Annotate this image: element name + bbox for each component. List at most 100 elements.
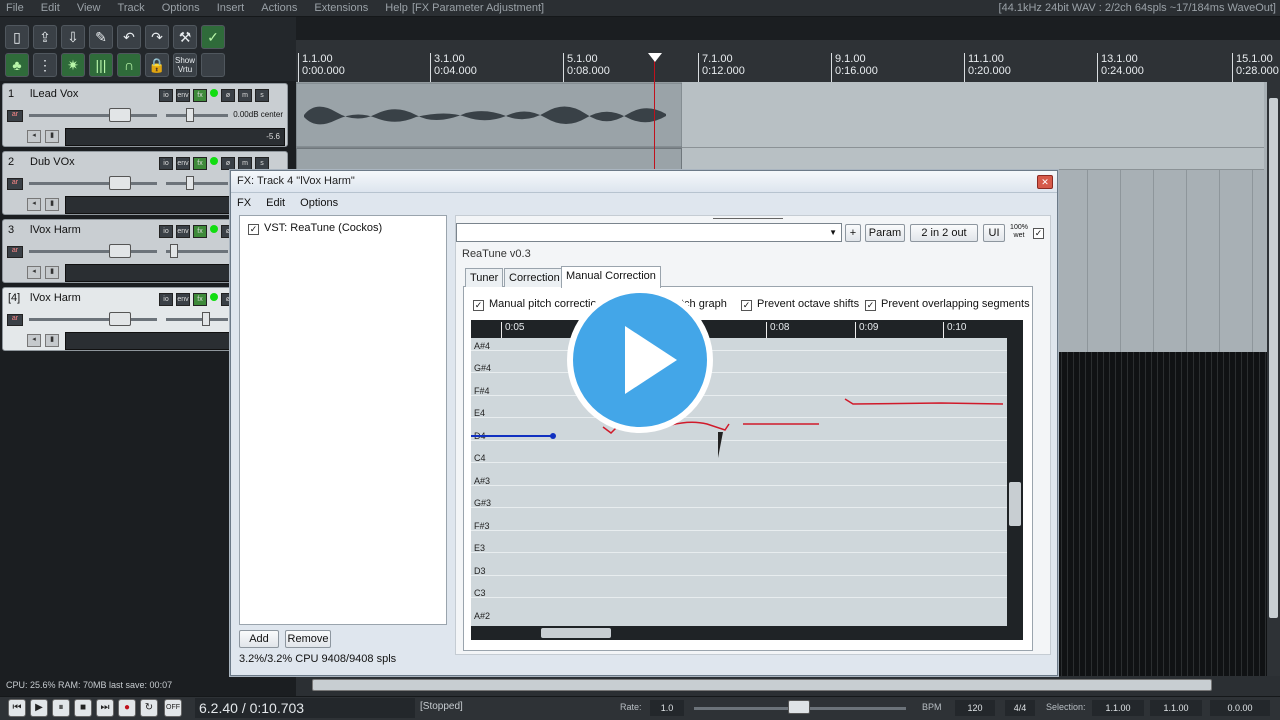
fx-chain-list[interactable]: ✓ VST: ReaTune (Cockos) — [239, 215, 447, 625]
fx-menu-fx[interactable]: FX — [237, 197, 251, 209]
ui-button[interactable]: UI — [983, 224, 1005, 242]
track-1[interactable]: 1 lLead Vox io env fx ø m s ar 0.00dB center … — [2, 83, 288, 147]
track-name[interactable]: lLead Vox — [30, 88, 78, 100]
input-monitor-icon[interactable]: ◂ — [27, 198, 41, 211]
video-play-button[interactable] — [567, 287, 713, 433]
volume-fader-knob[interactable] — [109, 312, 131, 326]
pan-fader-knob[interactable] — [202, 312, 210, 326]
bypass-checkbox[interactable]: ✓ — [1033, 226, 1049, 239]
edit-cursor[interactable] — [654, 55, 655, 185]
record-arm-button[interactable]: ar — [7, 246, 23, 258]
fx-button[interactable]: fx — [193, 225, 207, 238]
solo-button[interactable]: s — [255, 89, 269, 102]
record-arm-button[interactable]: ar — [7, 178, 23, 190]
io-button[interactable]: io — [159, 225, 173, 238]
auto-crossfade-icon[interactable]: ∩ — [117, 53, 141, 77]
record-arm-button[interactable]: ar — [7, 110, 23, 122]
fx-enabled-checkbox[interactable]: ✓ — [248, 224, 259, 235]
prevent-octave-shifts-option[interactable]: ✓ Prevent octave shifts — [741, 298, 859, 311]
track-lane-1[interactable] — [296, 82, 1264, 148]
go-to-start-icon[interactable]: ⏮ — [8, 699, 26, 717]
volume-fader-knob[interactable] — [109, 244, 131, 258]
grid-icon[interactable]: ⋮ — [33, 53, 57, 77]
tab-correction[interactable]: Correction — [504, 268, 565, 287]
input-monitor-icon[interactable]: ◂ — [27, 334, 41, 347]
env-button[interactable]: env — [176, 157, 190, 170]
mute-button[interactable]: m — [238, 157, 252, 170]
go-to-end-icon[interactable]: ⏭ — [96, 699, 114, 717]
pan-fader-knob[interactable] — [170, 244, 178, 258]
selection-length[interactable]: 0.0.00 — [1210, 700, 1270, 716]
volume-fader-knob[interactable] — [109, 108, 131, 122]
play-icon[interactable]: ▶ — [30, 699, 48, 717]
pitch-graph-vscrollbar[interactable] — [1007, 320, 1023, 640]
io-pins-button[interactable]: 2 in 2 out — [910, 224, 978, 242]
phase-icon[interactable]: ø — [221, 89, 235, 102]
volume-fader[interactable] — [29, 176, 157, 190]
redo-icon[interactable]: ↷ — [145, 25, 169, 49]
selection-start[interactable]: 1.1.00 — [1092, 700, 1144, 716]
menu-help[interactable]: Help — [385, 0, 408, 14]
fx-menu-options[interactable]: Options — [300, 197, 338, 209]
ripple-edit-icon[interactable]: ♣ — [5, 53, 29, 77]
pitch-graph-hscroll-thumb[interactable] — [541, 628, 611, 638]
volume-fader[interactable] — [29, 108, 157, 122]
pan-fader[interactable] — [166, 244, 228, 258]
volume-fader[interactable] — [29, 244, 157, 258]
fx-button[interactable]: fx — [193, 89, 207, 102]
tab-tuner[interactable]: Tuner — [465, 268, 504, 287]
record-icon[interactable]: ● — [118, 699, 136, 717]
auto-off-button[interactable]: OFF — [164, 699, 182, 717]
fx-enabled-icon[interactable] — [210, 89, 218, 97]
env-button[interactable]: env — [176, 225, 190, 238]
pitch-graph-vscroll-thumb[interactable] — [1009, 482, 1021, 526]
menu-options[interactable]: Options — [162, 0, 200, 14]
manual-pitch-correction-option[interactable]: ✓ Manual pitch correction — [473, 298, 603, 311]
timeline-ruler[interactable]: 1.1.00 0:00.000 3.1.00 0:04.000 5.1.00 0:08… — [296, 40, 1280, 82]
io-button[interactable]: io — [159, 157, 173, 170]
track-name[interactable]: lVox Harm — [30, 292, 81, 304]
solo-button[interactable]: s — [255, 157, 269, 170]
record-mode-icon[interactable]: ▮ — [45, 266, 59, 279]
record-mode-icon[interactable]: ▮ — [45, 198, 59, 211]
show-virtual-keyboard-button[interactable]: Show Vrtu — [173, 53, 197, 77]
fx-button[interactable]: fx — [193, 157, 207, 170]
add-fx-button[interactable]: Add — [239, 630, 279, 648]
volume-fader-knob[interactable] — [109, 176, 131, 190]
pan-fader[interactable] — [166, 176, 228, 190]
new-project-icon[interactable]: ▯ — [5, 25, 29, 49]
env-button[interactable]: env — [176, 293, 190, 306]
menu-insert[interactable]: Insert — [217, 0, 245, 14]
add-preset-button[interactable]: + — [845, 224, 861, 242]
prevent-overlapping-segments-option[interactable]: ✓ Prevent overlapping segments — [865, 298, 1030, 311]
preset-dropdown[interactable]: ▼ — [456, 223, 842, 242]
volume-fader[interactable] — [29, 312, 157, 326]
fx-window-titlebar[interactable]: FX: Track 4 "lVox Harm" ✕ — [231, 171, 1057, 193]
detected-pitch-curve[interactable] — [844, 398, 1004, 405]
record-mode-icon[interactable]: ▮ — [45, 130, 59, 143]
bpm-value[interactable]: 120 — [955, 700, 995, 716]
io-button[interactable]: io — [159, 293, 173, 306]
edit-cursor-marker[interactable] — [648, 53, 662, 62]
checkbox[interactable]: ✓ — [741, 300, 752, 311]
arrange-vscroll-thumb[interactable] — [1269, 98, 1278, 618]
menu-view[interactable]: View — [77, 0, 101, 14]
menu-edit[interactable]: Edit — [41, 0, 60, 14]
checkbox[interactable]: ✓ — [473, 300, 484, 311]
fx-enabled-icon[interactable] — [210, 157, 218, 165]
menu-actions[interactable]: Actions — [261, 0, 297, 14]
open-project-icon[interactable]: ⇪ — [33, 25, 57, 49]
close-icon[interactable]: ✕ — [1037, 175, 1053, 189]
remove-fx-button[interactable]: Remove — [285, 630, 331, 648]
menu-extensions[interactable]: Extensions — [314, 0, 368, 14]
arrange-vertical-scrollbar[interactable] — [1267, 82, 1280, 676]
mute-button[interactable]: m — [238, 89, 252, 102]
audio-item[interactable] — [296, 148, 682, 170]
arrange-hscroll-thumb[interactable] — [312, 679, 1212, 691]
metronome-icon[interactable]: ⚒ — [173, 25, 197, 49]
checkbox[interactable]: ✓ — [865, 300, 876, 311]
record-arm-button[interactable]: ar — [7, 314, 23, 326]
pan-fader[interactable] — [166, 108, 228, 122]
record-mode-icon[interactable]: ▮ — [45, 334, 59, 347]
phase-icon[interactable]: ø — [221, 157, 235, 170]
